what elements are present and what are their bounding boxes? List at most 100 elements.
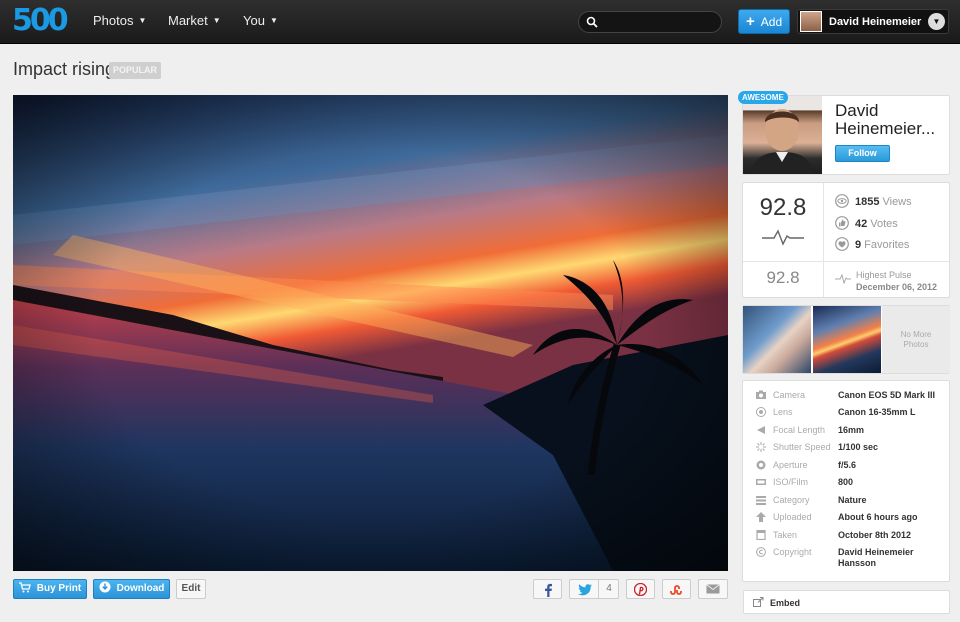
exif-label: Copyright bbox=[773, 547, 812, 557]
exif-label: Category bbox=[773, 495, 810, 505]
main-photo[interactable] bbox=[13, 95, 728, 571]
exif-value: October 8th 2012 bbox=[838, 530, 912, 540]
exif-label: Aperture bbox=[773, 460, 808, 470]
photo-thumbnail-baby[interactable] bbox=[743, 306, 811, 373]
copyright-icon bbox=[756, 547, 766, 557]
nav-photos-menu[interactable]: Photos ▼ bbox=[93, 13, 146, 28]
focal-length-icon bbox=[757, 426, 765, 434]
plus-icon: + bbox=[746, 13, 755, 30]
exif-value: About 6 hours ago bbox=[838, 512, 918, 522]
embed-label: Embed bbox=[770, 598, 801, 608]
votes-label: Votes bbox=[870, 218, 898, 230]
owner-name-line2: Heinemeier... bbox=[835, 119, 936, 138]
no-more-line2: Photos bbox=[903, 340, 929, 349]
buy-print-label: Buy Print bbox=[36, 583, 82, 594]
pulse-icon bbox=[762, 229, 804, 246]
chevron-down-icon: ▼ bbox=[269, 16, 278, 25]
exif-value[interactable]: Nature bbox=[838, 495, 948, 506]
exif-label: Shutter Speed bbox=[773, 442, 831, 452]
shutter-icon bbox=[756, 442, 766, 452]
download-icon bbox=[99, 581, 111, 593]
nav-you-menu[interactable]: You ▼ bbox=[243, 13, 278, 28]
exif-value: 16mm bbox=[838, 425, 865, 435]
nav-photos-label: Photos bbox=[93, 13, 134, 28]
exif-value: David Heinemeier Hansson bbox=[838, 547, 914, 568]
chevron-down-icon: ▼ bbox=[212, 16, 221, 25]
favorites-stat: 9 Favorites bbox=[835, 237, 909, 251]
follow-button[interactable]: Follow bbox=[835, 145, 890, 162]
chevron-down-icon: ▼ bbox=[138, 16, 147, 25]
exif-label: Focal Length bbox=[773, 425, 826, 435]
popular-badge: POPULAR bbox=[109, 62, 162, 79]
owner-name[interactable]: David Heinemeier... bbox=[835, 102, 950, 138]
exif-label: ISO/Film bbox=[773, 477, 808, 487]
sunset-photo-scene bbox=[13, 95, 728, 571]
buy-print-button[interactable]: Buy Print bbox=[13, 579, 87, 599]
twitter-icon bbox=[578, 584, 592, 596]
votes-count: 42 bbox=[855, 218, 868, 230]
nav-you-label: You bbox=[243, 13, 265, 28]
exif-label: Lens bbox=[773, 407, 793, 417]
stumbleupon-icon bbox=[669, 585, 682, 595]
embed-button[interactable]: Embed bbox=[743, 590, 950, 614]
highest-pulse: Highest Pulse December 06, 2012 bbox=[856, 269, 937, 293]
votes-stat: 42 Votes bbox=[835, 216, 898, 230]
chevron-down-icon[interactable]: ▼ bbox=[928, 13, 945, 30]
add-photo-button[interactable]: + Add bbox=[738, 9, 790, 34]
heart-icon bbox=[835, 237, 849, 251]
twitter-share-button[interactable]: 4 bbox=[569, 579, 619, 599]
owner-name-line1: David bbox=[835, 101, 879, 120]
envelope-icon bbox=[706, 584, 720, 594]
views-count: 1855 bbox=[855, 196, 880, 208]
owner-avatar[interactable] bbox=[743, 96, 822, 174]
user-name: David Heinemeier Hansson bbox=[829, 16, 923, 28]
twitter-share-count: 4 bbox=[598, 580, 619, 598]
cart-icon bbox=[18, 582, 31, 593]
download-label: Download bbox=[116, 583, 165, 594]
site-logo[interactable]: 500 bbox=[12, 6, 72, 36]
views-label: Views bbox=[882, 196, 912, 208]
upload-icon bbox=[756, 512, 766, 522]
nav-market-menu[interactable]: Market ▼ bbox=[168, 13, 221, 28]
highest-pulse-date: December 06, 2012 bbox=[856, 282, 938, 292]
nav-market-label: Market bbox=[168, 13, 208, 28]
search-box bbox=[578, 11, 722, 33]
aperture-icon bbox=[756, 460, 766, 470]
photo-thumbnail-sunset[interactable] bbox=[813, 306, 881, 373]
favorites-count: 9 bbox=[855, 239, 862, 251]
highest-pulse-label: Highest Pulse bbox=[856, 270, 912, 280]
photo-title: Impact rising bbox=[13, 59, 116, 79]
pinterest-icon bbox=[633, 582, 648, 597]
no-more-line1: No More bbox=[900, 330, 932, 339]
embed-icon bbox=[753, 597, 764, 607]
user-avatar bbox=[800, 11, 822, 32]
thumbs-up-icon bbox=[835, 216, 849, 230]
facebook-share-button[interactable] bbox=[533, 579, 562, 599]
iso-icon bbox=[756, 479, 766, 485]
lens-icon bbox=[756, 407, 766, 417]
exif-label: Uploaded bbox=[773, 512, 812, 522]
add-label: Add bbox=[760, 15, 783, 29]
download-button[interactable]: Download bbox=[93, 579, 170, 599]
pulse-score: 92.8 bbox=[759, 194, 807, 221]
edit-button[interactable]: Edit bbox=[176, 579, 206, 599]
pinterest-share-button[interactable] bbox=[626, 579, 655, 599]
exif-label: Taken bbox=[773, 530, 798, 540]
exif-value: Canon EOS 5D Mark III bbox=[838, 390, 936, 400]
category-icon bbox=[756, 496, 766, 505]
exif-label: Camera bbox=[773, 390, 806, 400]
views-stat: 1855 Views bbox=[835, 194, 912, 208]
user-menu[interactable]: David Heinemeier Hansson ▼ bbox=[797, 9, 949, 34]
exif-value: Canon 16-35mm L bbox=[838, 407, 916, 417]
stumbleupon-share-button[interactable] bbox=[662, 579, 691, 599]
awesome-badge: AWESOME bbox=[738, 91, 788, 104]
search-icon bbox=[586, 16, 598, 28]
email-share-button[interactable] bbox=[698, 579, 728, 599]
search-input[interactable] bbox=[603, 14, 715, 30]
top-navigation-bar: 500 Photos ▼ Market ▼ You ▼ + Add David Hein… bbox=[0, 0, 960, 44]
stats-divider-horizontal bbox=[743, 261, 949, 262]
eye-icon bbox=[835, 194, 849, 208]
no-more-photos: No More Photos bbox=[882, 306, 950, 373]
owner-portrait bbox=[751, 109, 813, 174]
camera-icon bbox=[756, 390, 766, 399]
